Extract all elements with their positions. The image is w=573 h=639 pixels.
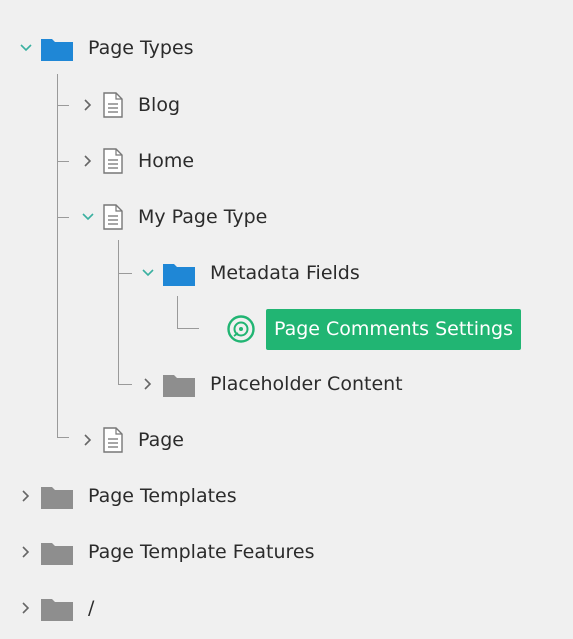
tree-node-label: Page Comments Settings (266, 308, 521, 350)
tree-line (57, 105, 69, 106)
tree-node-label: Page (138, 429, 184, 451)
folder-icon (40, 594, 74, 622)
chevron-right-icon[interactable] (80, 153, 96, 169)
tree-node-label: Metadata Fields (210, 262, 360, 284)
chevron-right-icon[interactable] (18, 488, 34, 504)
tree-line (177, 328, 199, 329)
tree-node-metadata-fields[interactable]: Metadata Fields (140, 251, 360, 295)
tree-node-label: Placeholder Content (210, 373, 403, 395)
folder-icon (162, 370, 196, 398)
document-icon (102, 147, 124, 175)
tree-node-label: Home (138, 150, 195, 172)
tree-node-label: Page Templates (88, 485, 237, 507)
document-icon (102, 426, 124, 454)
chevron-right-icon[interactable] (18, 600, 34, 616)
tree-node-root-slash[interactable]: / (18, 586, 94, 630)
tree-line (118, 273, 132, 274)
folder-icon (162, 259, 196, 287)
chevron-right-icon[interactable] (140, 376, 156, 392)
folder-icon (40, 538, 74, 566)
chevron-right-icon[interactable] (80, 432, 96, 448)
tree-node-blog[interactable]: Blog (80, 83, 180, 127)
tree-line (57, 161, 69, 162)
chevron-down-icon[interactable] (18, 40, 34, 56)
folder-icon (40, 34, 74, 62)
chevron-right-icon[interactable] (80, 97, 96, 113)
folder-icon (40, 482, 74, 510)
document-icon (102, 203, 124, 231)
tree-node-label: Blog (138, 94, 180, 116)
tree-node-label: / (88, 597, 95, 619)
chevron-right-icon[interactable] (18, 544, 34, 560)
tree-node-placeholder-content[interactable]: Placeholder Content (140, 362, 403, 406)
tree-line (57, 217, 69, 218)
tree-node-page-types[interactable]: Page Types (18, 26, 194, 70)
tree-line (118, 240, 119, 385)
tree-node-page-comments-settings[interactable]: Page Comments Settings (226, 307, 521, 351)
tree-node-my-page-type[interactable]: My Page Type (80, 195, 267, 239)
tree-node-label: Page Types (88, 37, 194, 59)
tree-view: Page Types Blog Home My Page Type Metada… (0, 0, 573, 639)
document-icon (102, 91, 124, 119)
tree-node-label: My Page Type (138, 206, 268, 228)
chevron-down-icon[interactable] (140, 265, 156, 281)
tree-node-label: Page Template Features (88, 541, 315, 563)
tree-node-page-template-features[interactable]: Page Template Features (18, 530, 314, 574)
component-icon (226, 314, 256, 344)
tree-node-home[interactable]: Home (80, 139, 194, 183)
tree-line (177, 296, 178, 329)
tree-line (57, 437, 69, 438)
tree-line (118, 384, 132, 385)
tree-node-page[interactable]: Page (80, 418, 184, 462)
chevron-down-icon[interactable] (80, 209, 96, 225)
tree-node-page-templates[interactable]: Page Templates (18, 474, 237, 518)
tree-line (57, 74, 58, 438)
